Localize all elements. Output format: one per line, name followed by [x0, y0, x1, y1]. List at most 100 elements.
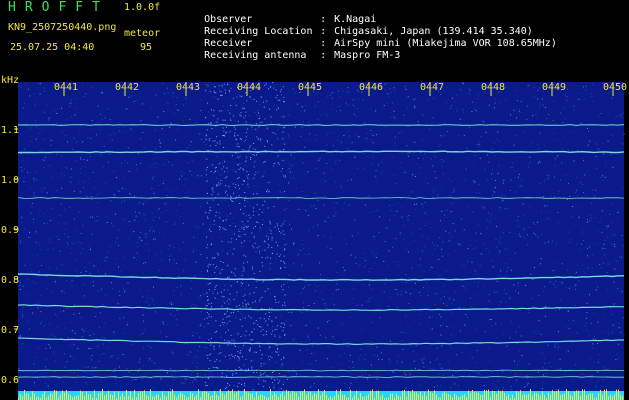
- noise-dot: [207, 299, 209, 301]
- noise-dot: [266, 140, 268, 142]
- noise-dot: [513, 109, 515, 111]
- noise-dot: [106, 250, 108, 252]
- noise-dot: [115, 383, 117, 385]
- noise-dot: [492, 325, 493, 327]
- noise-dot: [211, 164, 213, 166]
- bottom-bar-spike: [114, 391, 115, 400]
- noise-dot: [405, 274, 407, 276]
- noise-dot: [621, 116, 623, 118]
- noise-dot: [544, 205, 546, 207]
- noise-dot: [276, 109, 278, 111]
- noise-dot: [272, 371, 273, 373]
- noise-dot: [582, 232, 584, 234]
- noise-dot: [234, 346, 236, 347]
- noise-dot: [539, 106, 540, 108]
- noise-dot: [153, 230, 155, 232]
- noise-dot: [394, 136, 396, 138]
- noise-dot: [227, 344, 229, 346]
- noise-dot: [560, 179, 561, 181]
- noise-dot: [36, 97, 38, 99]
- noise-dot: [283, 356, 285, 358]
- noise-dot: [481, 206, 483, 208]
- noise-dot: [278, 183, 280, 185]
- bottom-bar-spike: [378, 390, 379, 400]
- noise-dot: [142, 314, 144, 316]
- noise-dot: [424, 153, 426, 155]
- noise-dot: [599, 264, 601, 265]
- noise-dot: [229, 358, 231, 360]
- noise-dot: [559, 299, 561, 301]
- noise-dot: [166, 221, 168, 223]
- noise-dot: [548, 175, 550, 177]
- noise-dot: [233, 340, 235, 342]
- noise-dot: [191, 374, 193, 376]
- noise-dot: [70, 176, 72, 178]
- bottom-bar-spike: [270, 389, 271, 400]
- noise-dot: [520, 335, 522, 337]
- noise-dot: [124, 290, 126, 292]
- noise-dot: [304, 110, 306, 112]
- noise-dot: [271, 357, 273, 359]
- noise-dot: [580, 122, 582, 124]
- noise-dot: [350, 179, 352, 181]
- noise-dot: [208, 263, 210, 265]
- noise-dot: [441, 367, 443, 369]
- noise-dot: [219, 272, 221, 274]
- noise-dot: [518, 326, 520, 328]
- noise-dot: [404, 86, 406, 88]
- noise-dot: [415, 345, 417, 347]
- noise-dot: [133, 373, 135, 375]
- noise-dot: [236, 305, 238, 307]
- noise-dot: [214, 361, 216, 363]
- bottom-bar-spike: [540, 395, 541, 400]
- noise-dot: [245, 156, 247, 157]
- noise-dot: [483, 207, 485, 209]
- noise-dot: [260, 176, 262, 178]
- noise-dot: [541, 233, 542, 235]
- noise-dot: [233, 298, 235, 300]
- noise-dot: [213, 345, 215, 347]
- noise-dot: [217, 110, 219, 112]
- noise-dot: [434, 156, 436, 158]
- noise-dot: [66, 119, 68, 121]
- noise-dot: [210, 344, 212, 346]
- noise-dot: [244, 288, 246, 290]
- noise-dot: [219, 143, 221, 145]
- noise-dot: [613, 281, 615, 283]
- noise-dot: [286, 379, 288, 380]
- noise-dot: [538, 320, 540, 322]
- noise-dot: [594, 338, 596, 339]
- noise-dot: [621, 235, 623, 236]
- noise-dot: [69, 106, 71, 107]
- noise-dot: [489, 221, 491, 223]
- noise-dot: [230, 118, 231, 120]
- noise-dot: [49, 345, 51, 347]
- noise-dot: [383, 105, 385, 107]
- noise-dot: [226, 194, 228, 196]
- noise-dot: [284, 375, 286, 377]
- noise-dot: [440, 316, 442, 318]
- noise-dot: [151, 212, 153, 214]
- noise-dot: [533, 276, 535, 278]
- noise-dot: [569, 195, 571, 197]
- noise-dot: [176, 97, 178, 98]
- noise-dot: [240, 155, 241, 157]
- noise-dot: [271, 352, 273, 354]
- noise-dot: [490, 319, 492, 320]
- bottom-bar-spike: [26, 393, 27, 400]
- noise-dot: [514, 110, 516, 112]
- noise-dot: [215, 142, 217, 144]
- noise-dot: [459, 307, 460, 309]
- noise-dot: [283, 327, 285, 329]
- noise-dot: [229, 225, 231, 227]
- noise-dot: [488, 346, 490, 348]
- noise-dot: [189, 170, 191, 172]
- noise-dot: [392, 371, 394, 373]
- noise-dot: [221, 250, 223, 252]
- noise-dot: [192, 248, 194, 250]
- noise-dot: [336, 261, 338, 263]
- noise-dot: [258, 126, 260, 128]
- noise-dot: [606, 289, 608, 291]
- noise-dot: [255, 251, 257, 253]
- noise-dot: [80, 242, 82, 244]
